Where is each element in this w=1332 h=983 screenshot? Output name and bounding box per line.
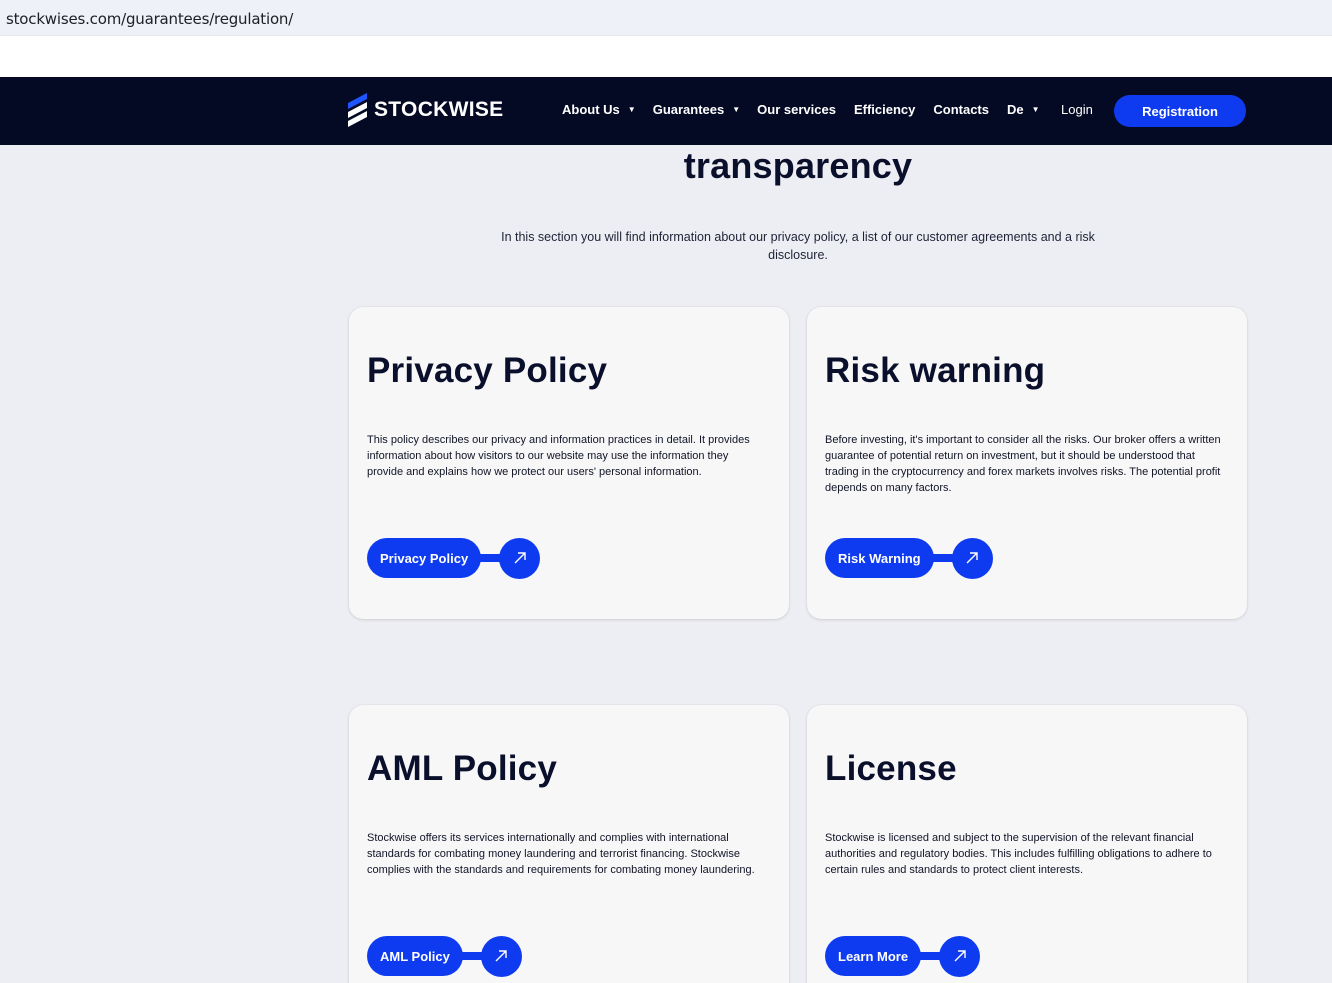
nav-label: Guarantees	[652, 102, 725, 117]
card-action: Privacy Policy	[367, 537, 541, 579]
arrow-up-right-icon[interactable]	[939, 935, 981, 977]
nav-about-us[interactable]: About Us ▼	[562, 102, 636, 117]
browser-address-bar[interactable]: stockwises.com/guarantees/regulation/	[0, 0, 1332, 36]
nav-label: Our services	[757, 102, 836, 117]
nav-efficiency[interactable]: Efficiency	[854, 102, 915, 117]
card-text: Before investing, it's important to cons…	[825, 434, 1221, 494]
main-nav: About Us ▼ Guarantees ▼ Our services Eff…	[562, 102, 1040, 117]
page-top-spacer	[0, 36, 1332, 77]
registration-button[interactable]: Registration	[1114, 95, 1246, 127]
privacy-policy-button[interactable]: Privacy Policy	[367, 538, 482, 578]
nav-our-services[interactable]: Our services	[757, 102, 836, 117]
license-card: License Stockwise is licensed and subjec…	[807, 705, 1247, 983]
arrow-up-right-icon[interactable]	[951, 537, 993, 579]
nav-label: About Us	[562, 102, 620, 117]
card-action: AML Policy	[367, 935, 522, 977]
stockwise-logo-icon	[348, 92, 368, 128]
chevron-down-icon: ▼	[1031, 105, 1040, 114]
card-action: Learn More	[825, 935, 981, 977]
card-title: Privacy Policy	[367, 351, 608, 390]
aml-policy-card: AML Policy Stockwise offers its services…	[349, 705, 789, 983]
section-intro: In this section you will find informatio…	[501, 230, 1095, 262]
brand-logo[interactable]: STOCKWISE	[348, 92, 504, 128]
card-text: Stockwise is licensed and subject to the…	[825, 832, 1212, 876]
nav-label: De	[1007, 102, 1024, 117]
card-action: Risk Warning	[825, 537, 993, 579]
arrow-up-right-icon[interactable]	[480, 935, 522, 977]
learn-more-button[interactable]: Learn More	[825, 936, 922, 976]
aml-policy-button[interactable]: AML Policy	[367, 936, 463, 976]
risk-warning-button[interactable]: Risk Warning	[825, 538, 934, 578]
chevron-down-icon: ▼	[627, 105, 636, 114]
login-link[interactable]: Login	[1061, 102, 1093, 117]
button-connector	[479, 554, 502, 562]
nav-language[interactable]: De ▼	[1007, 102, 1040, 117]
chevron-down-icon: ▼	[732, 105, 741, 114]
section-heading: transparency	[683, 145, 913, 186]
brand-name: STOCKWISE	[374, 98, 504, 121]
nav-guarantees[interactable]: Guarantees ▼	[653, 102, 740, 117]
card-title: License	[825, 749, 957, 788]
card-title: Risk warning	[825, 351, 1046, 390]
button-connector	[460, 952, 483, 960]
nav-label: Efficiency	[853, 102, 916, 117]
nav-label: Contacts	[933, 102, 989, 117]
button-connector	[919, 952, 942, 960]
card-text: Stockwise offers its services internatio…	[367, 832, 755, 876]
card-text: This policy describes our privacy and in…	[367, 434, 750, 478]
risk-warning-card: Risk warning Before investing, it's impo…	[807, 307, 1247, 619]
arrow-up-right-icon[interactable]	[499, 537, 541, 579]
url-text[interactable]: stockwises.com/guarantees/regulation/	[6, 10, 293, 28]
card-title: AML Policy	[367, 749, 558, 788]
button-connector	[931, 554, 954, 562]
privacy-policy-card: Privacy Policy This policy describes our…	[349, 307, 789, 619]
nav-contacts[interactable]: Contacts	[933, 102, 989, 117]
